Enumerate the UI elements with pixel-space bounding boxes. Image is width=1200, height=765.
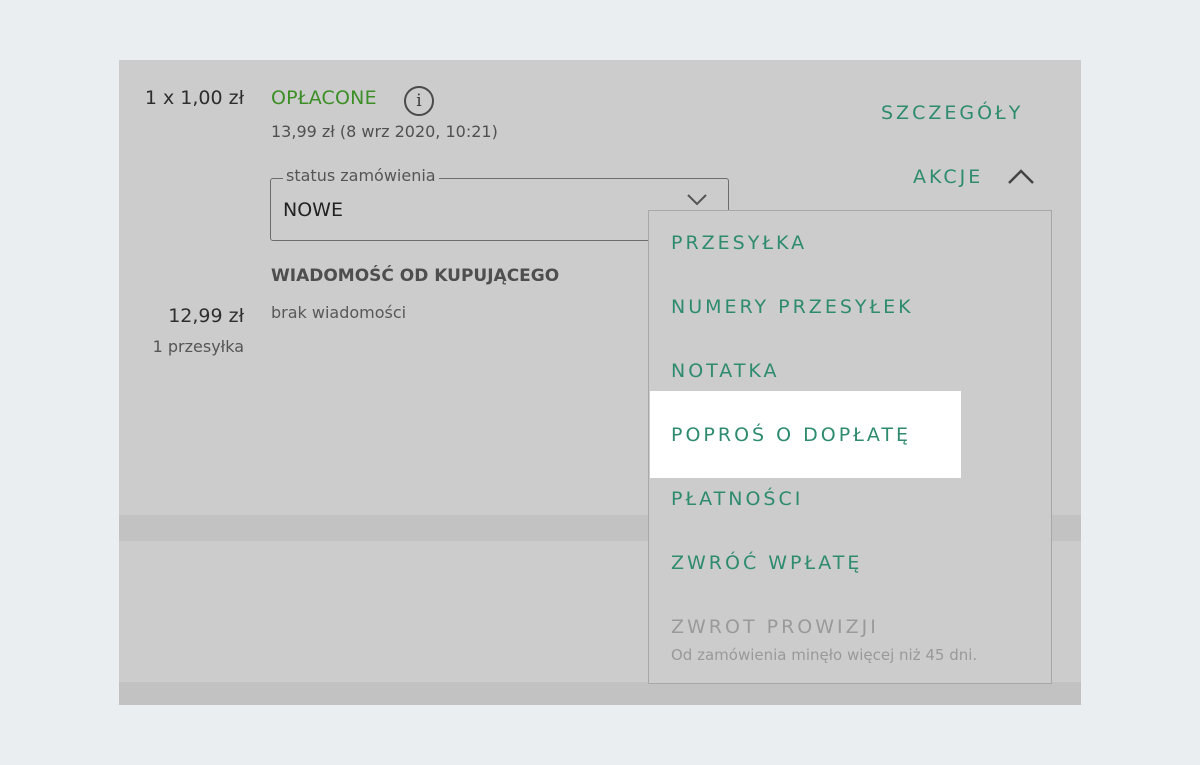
menu-item-label: PŁATNOŚCI [671,488,804,510]
menu-item-shipment[interactable]: PRZESYŁKA [649,211,1051,275]
chevron-down-icon[interactable] [686,193,708,207]
actions-menu: PRZESYŁKA NUMERY PRZESYŁEK NOTATKA POPRO… [648,210,1052,684]
order-status-value[interactable]: NOWE [283,199,343,221]
menu-item-payments[interactable]: PŁATNOŚCI [649,478,1051,542]
menu-item-label: NOTATKA [671,360,780,382]
details-link[interactable]: SZCZEGÓŁY [881,102,1023,124]
menu-item-tracking-numbers[interactable]: NUMERY PRZESYŁEK [649,275,1051,339]
menu-item-commission-refund: ZWROT PROWIZJI Od zamówienia minęło więc… [649,606,1051,684]
chevron-up-icon[interactable] [1007,168,1035,186]
buyer-message-heading: WIADOMOŚĆ OD KUPUJĄCEGO [271,266,560,286]
menu-item-refund[interactable]: ZWRÓĆ WPŁATĘ [649,542,1051,606]
menu-item-label: ZWROT PROWIZJI [671,616,879,638]
buyer-message-text: brak wiadomości [271,303,407,322]
menu-item-label: POPROŚ O DOPŁATĘ [671,424,911,446]
row-divider [119,682,1081,705]
actions-toggle[interactable]: AKCJE [913,166,983,188]
menu-item-label: NUMERY PRZESYŁEK [671,296,914,318]
payment-amount-date: 13,99 zł (8 wrz 2020, 10:21) [271,122,498,141]
order-status-label: status zamówienia [283,166,439,185]
menu-item-request-surcharge[interactable]: POPROŚ O DOPŁATĘ [650,391,961,478]
shipment-count: 1 przesyłka [152,337,244,356]
menu-item-note: Od zamówienia minęło więcej niż 45 dni. [671,646,978,664]
total-price: 12,99 zł [168,305,244,327]
menu-item-label: PRZESYŁKA [671,232,808,254]
info-icon[interactable]: i [404,86,434,116]
menu-item-label: ZWRÓĆ WPŁATĘ [671,552,863,574]
payment-status: OPŁACONE [271,87,377,109]
quantity-price: 1 x 1,00 zł [144,87,244,109]
